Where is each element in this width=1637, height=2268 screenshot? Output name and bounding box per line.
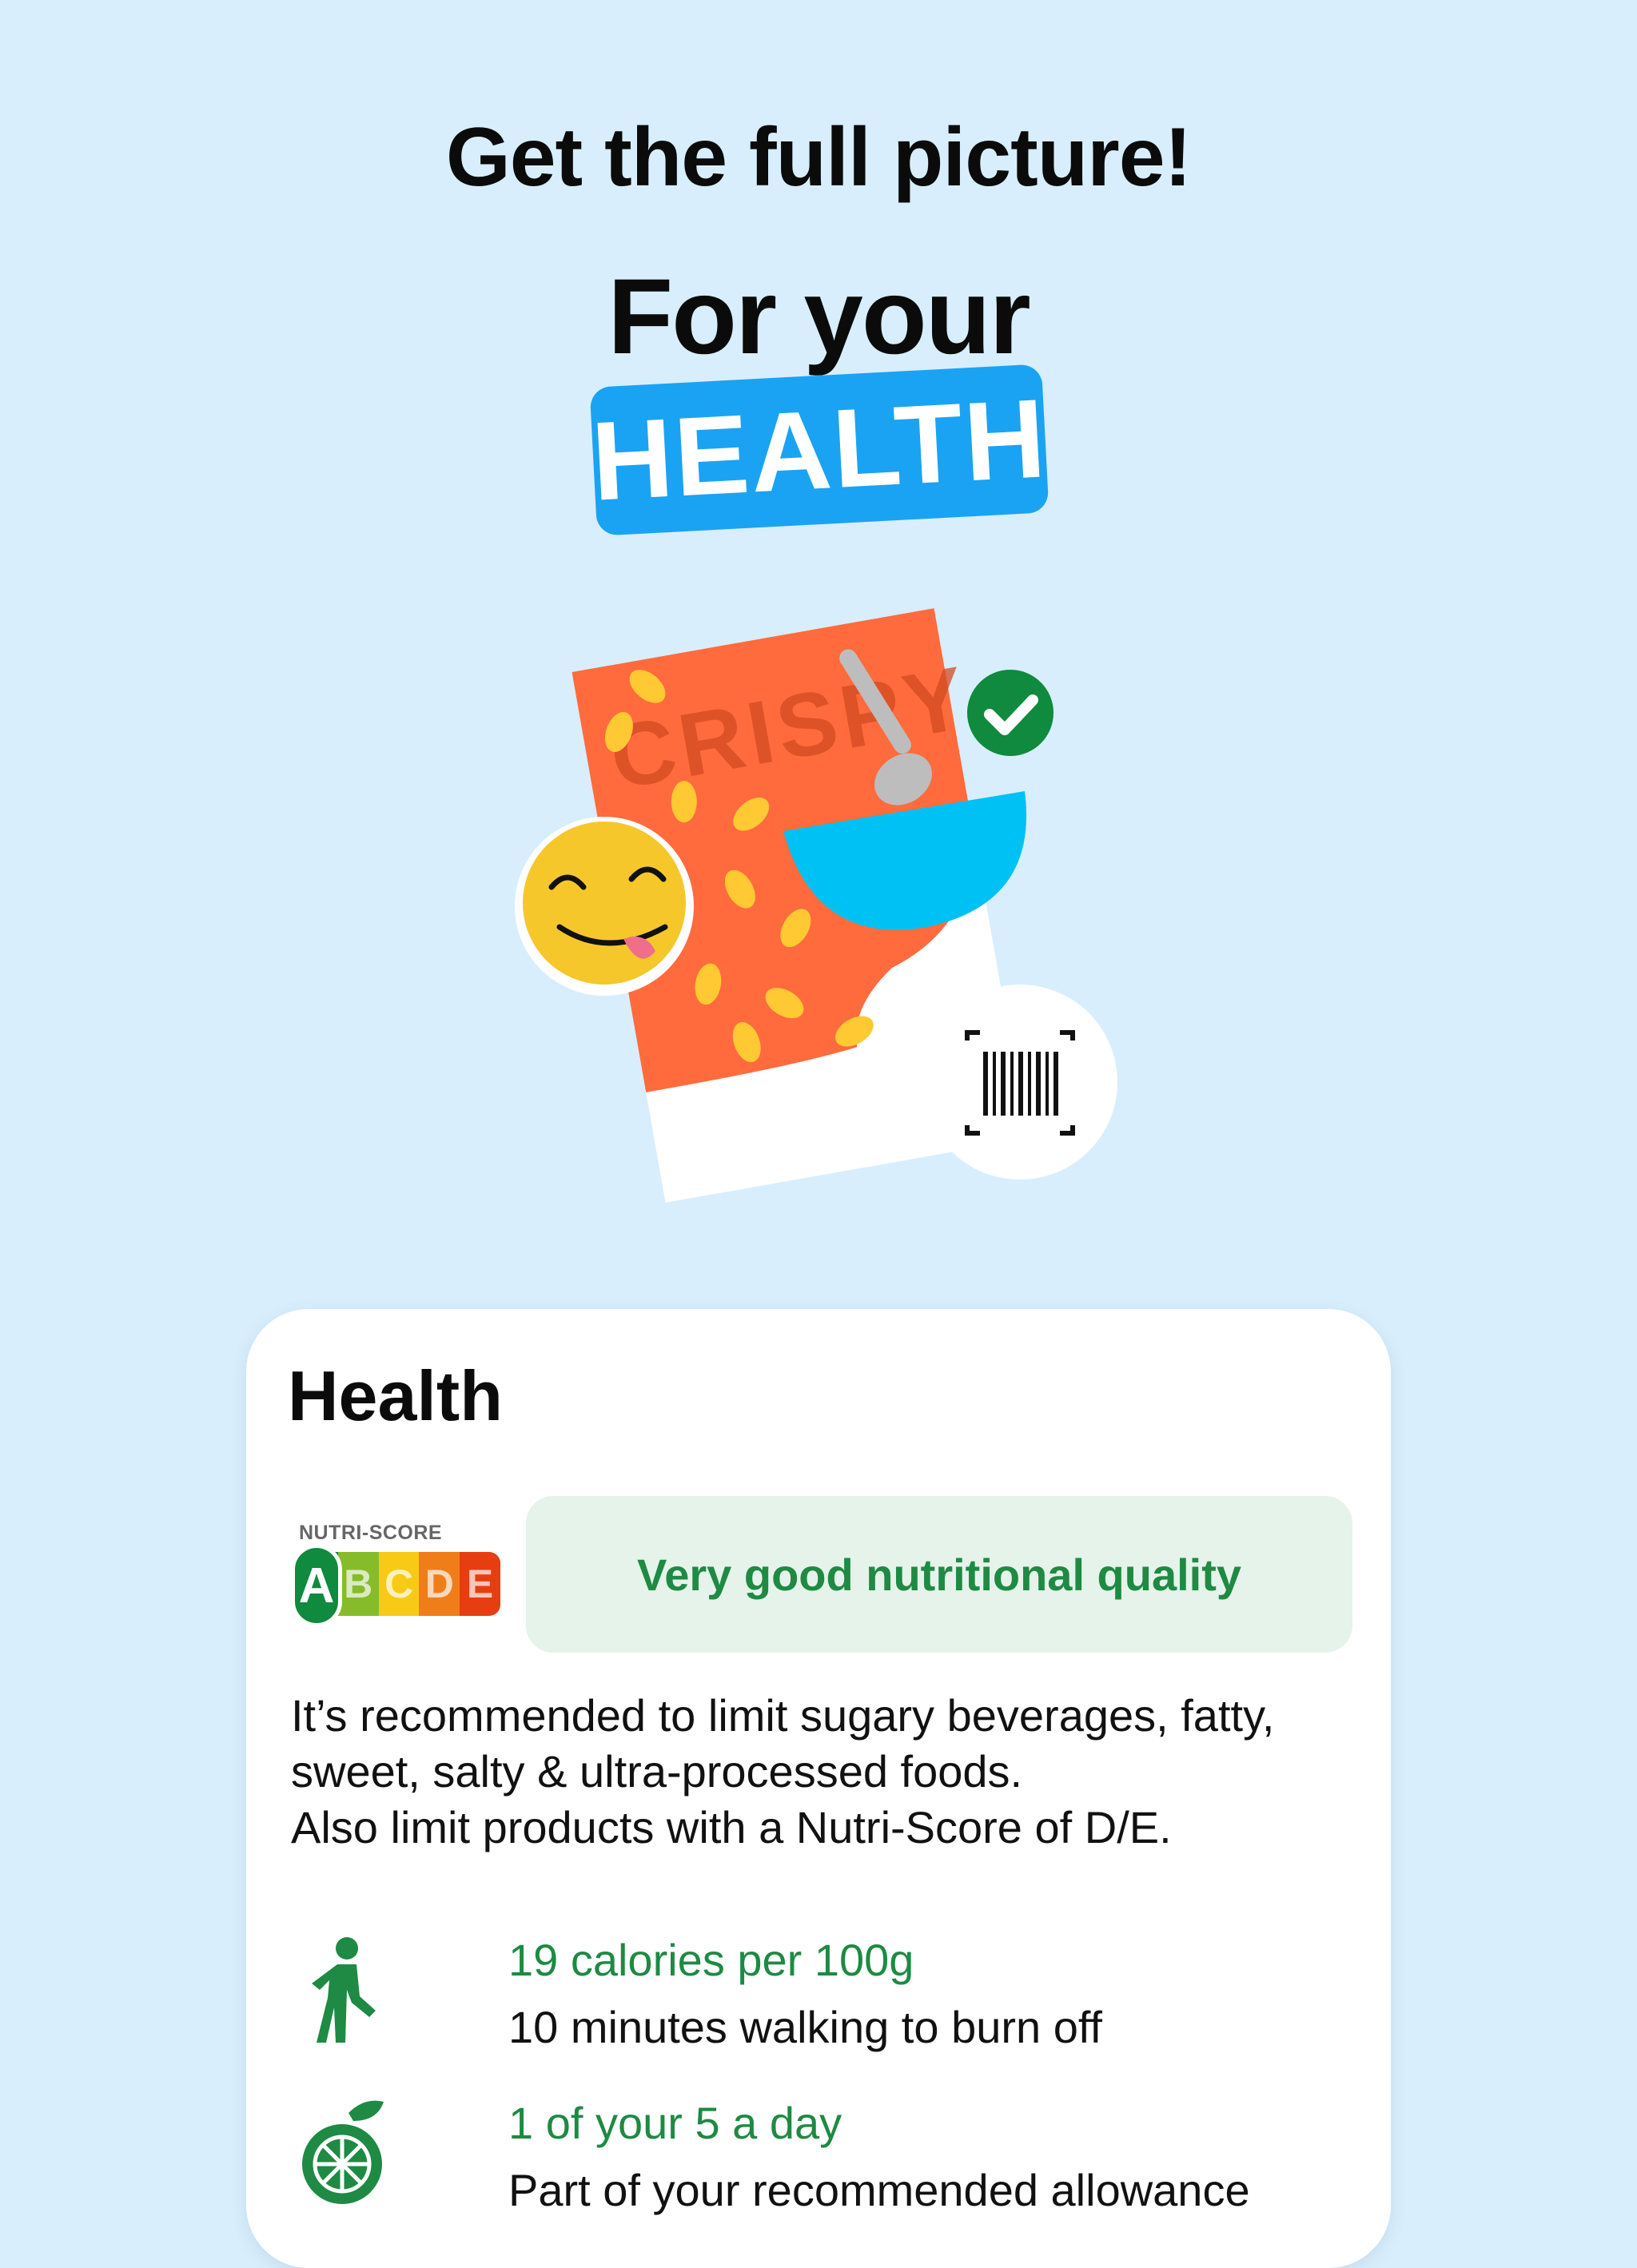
walking-text: 10 minutes walking to burn off: [508, 2002, 1102, 2052]
calories-text: 19 calories per 100g: [508, 1935, 914, 1985]
five-a-day-text: 1 of your 5 a day: [508, 2098, 842, 2148]
citrus-fruit-icon: [302, 2100, 384, 2204]
hero-illustration: CRISPY: [515, 608, 1117, 1203]
nutri-grade-d: D: [419, 1552, 460, 1616]
nutri-score-badge: NUTRI-SCORE A B C D E A: [291, 1522, 500, 1633]
nutri-selected-grade: A: [291, 1544, 342, 1627]
five-a-day-stat: 1 of your 5 a day Part of your recommend…: [291, 2097, 1362, 2233]
health-advice: It’s recommended to limit sugary beverag…: [291, 1688, 1362, 1856]
advice-line: sweet, salty & ultra-processed foods.: [291, 1746, 1023, 1796]
nutri-grade-b: B: [337, 1552, 379, 1616]
walking-person-icon: [312, 1937, 376, 2043]
nutri-score-label: NUTRI-SCORE: [299, 1522, 443, 1544]
barcode-scan-icon: [922, 985, 1117, 1180]
advice-line: Also limit products with a Nutri-Score o…: [291, 1802, 1172, 1852]
yum-face-icon: [515, 817, 694, 996]
health-card: Health NUTRI-SCORE A B C D E A Very good…: [246, 1309, 1391, 2268]
card-title: Health: [288, 1356, 503, 1435]
quality-pill: Very good nutritional quality: [526, 1496, 1352, 1653]
nutri-grade-e: E: [460, 1552, 500, 1616]
checkmark-badge-icon: [967, 670, 1053, 756]
advice-line: It’s recommended to limit sugary beverag…: [291, 1690, 1275, 1741]
allowance-text: Part of your recommended allowance: [508, 2165, 1250, 2215]
calories-stat: 19 calories per 100g 10 minutes walking …: [291, 1934, 1362, 2070]
nutri-grade-c: C: [378, 1552, 420, 1616]
